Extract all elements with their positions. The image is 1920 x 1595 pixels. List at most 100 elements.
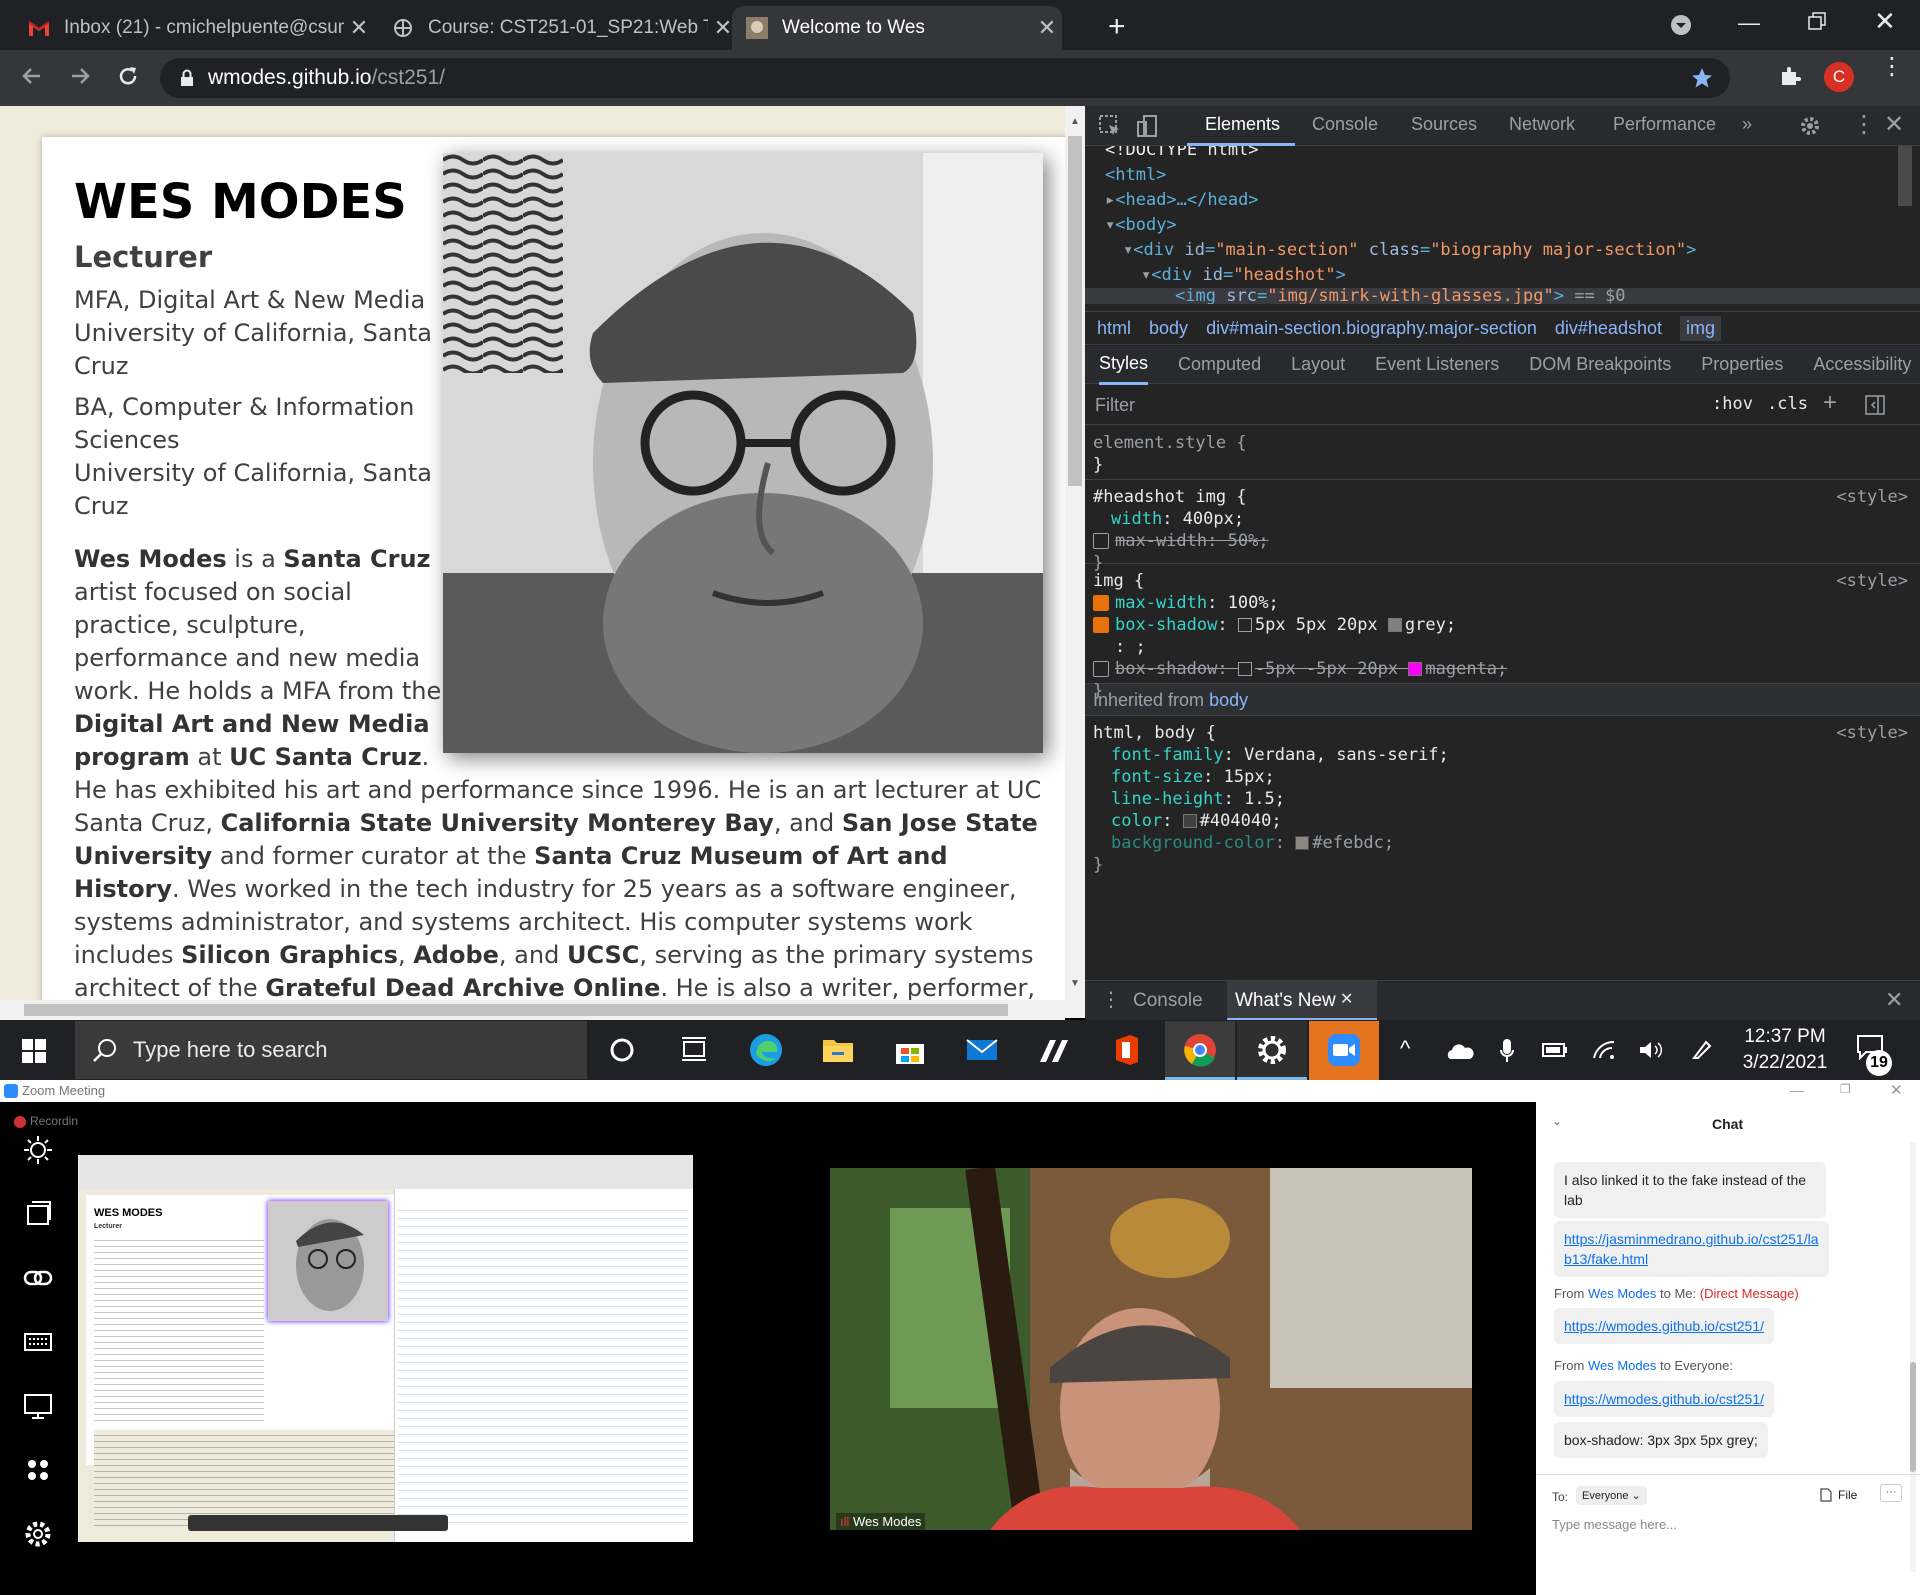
zoom-restore-icon[interactable]: ❐ [1840, 1082, 1851, 1096]
hov-button[interactable]: :hov [1712, 394, 1753, 414]
minimize-icon[interactable]: — [1738, 10, 1760, 36]
tab-properties[interactable]: Properties [1701, 354, 1783, 375]
page-horizontal-scrollbar[interactable] [0, 1000, 1065, 1020]
screen-icon[interactable] [22, 1390, 54, 1422]
chat-link[interactable]: https://wmodes.github.io/cst251/ [1564, 1318, 1764, 1334]
file-button[interactable]: File [1838, 1488, 1857, 1502]
decl-width[interactable]: width: 400px; [1093, 508, 1914, 530]
scrollbar-thumb[interactable] [1068, 136, 1082, 486]
device-toolbar-icon[interactable] [1136, 114, 1160, 138]
close-drawer-icon[interactable]: ✕ [1885, 987, 1903, 1013]
windows-start-icon[interactable] [22, 1039, 46, 1063]
sender-name[interactable]: Wes Modes [1588, 1358, 1656, 1373]
new-tab-icon[interactable]: + [1108, 10, 1126, 44]
volume-icon[interactable] [1638, 1040, 1664, 1060]
chat-recipient-dropdown[interactable]: Everyone ⌄ [1576, 1486, 1647, 1505]
mail-icon[interactable] [964, 1032, 1000, 1068]
pen-workspace-icon[interactable] [1690, 1038, 1714, 1062]
onedrive-icon[interactable] [1446, 1042, 1474, 1060]
scrollbar-thumb[interactable] [1910, 1362, 1916, 1472]
show-hidden-icons-icon[interactable]: ^ [1400, 1036, 1410, 1062]
tab-network[interactable]: Network [1509, 114, 1575, 135]
cortana-icon[interactable] [604, 1032, 640, 1068]
decl-background-color[interactable]: background-color: #efebdc; [1093, 832, 1914, 854]
close-window-icon[interactable]: ✕ [1874, 6, 1896, 37]
back-icon[interactable] [20, 64, 44, 88]
color-swatch-bg[interactable] [1295, 836, 1310, 850]
tab-dom-breakpoints[interactable]: DOM Breakpoints [1529, 354, 1671, 375]
dom-line-img-selected[interactable]: <img src="img/smirk-with-glasses.jpg"> =… [1085, 288, 1920, 304]
close-drawer-tab-icon[interactable]: ✕ [1340, 989, 1353, 1009]
chrome-icon[interactable] [1182, 1032, 1218, 1068]
file-explorer-icon[interactable] [820, 1032, 856, 1068]
close-tab-icon[interactable]: ✕ [1032, 15, 1062, 41]
office-icon[interactable] [1108, 1032, 1144, 1068]
dom-line-headshot[interactable]: ▾<div id="headshot"> [1085, 263, 1920, 288]
dom-line-body[interactable]: ▾<body> [1085, 213, 1920, 238]
breadcrumb-img[interactable]: img [1679, 315, 1721, 341]
sender-name[interactable]: Wes Modes [1588, 1286, 1656, 1301]
dom-line-head[interactable]: ▸<head>…</head> [1085, 188, 1920, 213]
battery-icon[interactable] [1542, 1043, 1568, 1057]
dom-line-doctype[interactable]: <!DOCTYPE html> [1085, 146, 1920, 163]
breadcrumb-headshot[interactable]: div#headshot [1555, 318, 1662, 339]
declaration-checkbox[interactable] [1093, 617, 1109, 633]
page-vertical-scrollbar[interactable]: ▲ ▼ [1065, 106, 1085, 1018]
tab-styles[interactable]: Styles [1099, 345, 1149, 385]
tab-computed[interactable]: Computed [1178, 354, 1261, 375]
restore-icon[interactable] [1808, 12, 1826, 30]
devtools-settings-icon[interactable] [1798, 114, 1822, 138]
zoom-minimize-icon[interactable]: — [1790, 1082, 1804, 1098]
decl-box-shadow[interactable]: box-shadow: 5px 5px 20px grey; [1093, 614, 1914, 636]
apps-icon[interactable] [22, 1454, 54, 1486]
close-tab-icon[interactable]: ✕ [344, 15, 374, 41]
declaration-checkbox[interactable] [1093, 533, 1109, 549]
tab-elements[interactable]: Elements [1205, 114, 1280, 135]
tab-welcome[interactable]: Welcome to Wes ✕ [732, 6, 1062, 50]
chat-collapse-icon[interactable]: ⌄ [1552, 1114, 1562, 1128]
forward-icon[interactable] [68, 64, 92, 88]
chat-link[interactable]: https://jasminmedrano.github.io/cst251/l… [1564, 1231, 1818, 1267]
address-bar[interactable]: wmodes.github.io/cst251/ [160, 58, 1730, 98]
chat-link[interactable]: https://wmodes.github.io/cst251/ [1564, 1391, 1764, 1407]
inspect-element-icon[interactable] [1098, 114, 1122, 138]
tab-sources[interactable]: Sources [1411, 114, 1477, 135]
drawer-tab-console[interactable]: Console [1133, 990, 1203, 1012]
dom-line-main-section[interactable]: ▾<div id="main-section" class="biography… [1085, 238, 1920, 263]
tab-layout[interactable]: Layout [1291, 354, 1345, 375]
share-content-icon[interactable] [22, 1198, 54, 1230]
zoom-settings-icon[interactable] [22, 1518, 54, 1550]
spotlight-icon[interactable] [22, 1134, 54, 1166]
microsoft-store-icon[interactable] [892, 1032, 928, 1068]
tab-event-listeners[interactable]: Event Listeners [1375, 354, 1499, 375]
toggle-sidebar-icon[interactable] [1865, 395, 1885, 415]
shadow-editor-icon[interactable] [1237, 618, 1252, 632]
dom-line-html[interactable]: <html> [1085, 163, 1920, 188]
decl-color[interactable]: color: #404040; [1093, 810, 1914, 832]
keyboard-icon[interactable] [22, 1326, 54, 1358]
settings-gear-icon[interactable] [1254, 1032, 1290, 1068]
new-rule-icon[interactable]: + [1823, 389, 1837, 417]
decl-box-shadow-disabled[interactable]: box-shadow: -5px -5px 20px magenta; [1093, 658, 1914, 680]
tab-performance[interactable]: Performance [1613, 114, 1716, 135]
chat-more-icon[interactable]: ··· [1880, 1484, 1902, 1502]
extensions-icon[interactable] [1778, 64, 1802, 88]
zoom-icon[interactable] [1326, 1032, 1362, 1068]
breadcrumb-html[interactable]: html [1097, 318, 1131, 339]
chat-message-input[interactable]: Type message here... [1552, 1517, 1902, 1532]
drawer-tab-whats-new[interactable]: What's New [1235, 990, 1336, 1012]
color-swatch-magenta[interactable] [1408, 662, 1423, 676]
task-view-icon[interactable] [676, 1032, 712, 1068]
rule-source[interactable]: <style> [1836, 570, 1908, 592]
scrollbar-thumb[interactable] [24, 1004, 1008, 1016]
tab-gmail[interactable]: Inbox (21) - cmichelpuente@csum ✕ [14, 6, 374, 50]
decl-font-size[interactable]: font-size: 15px; [1093, 766, 1914, 788]
rule-source[interactable]: <style> [1836, 722, 1908, 744]
chrome-menu-icon[interactable]: ⋮ [1880, 55, 1904, 79]
declaration-checkbox[interactable] [1093, 661, 1109, 677]
link-icon[interactable] [22, 1262, 54, 1294]
decl-empty[interactable]: : ; [1093, 636, 1914, 658]
decl-font-family[interactable]: font-family: Verdana, sans-serif; [1093, 744, 1914, 766]
rule-source[interactable]: <style> [1836, 486, 1908, 508]
dom-scrollbar-thumb[interactable] [1898, 146, 1912, 206]
